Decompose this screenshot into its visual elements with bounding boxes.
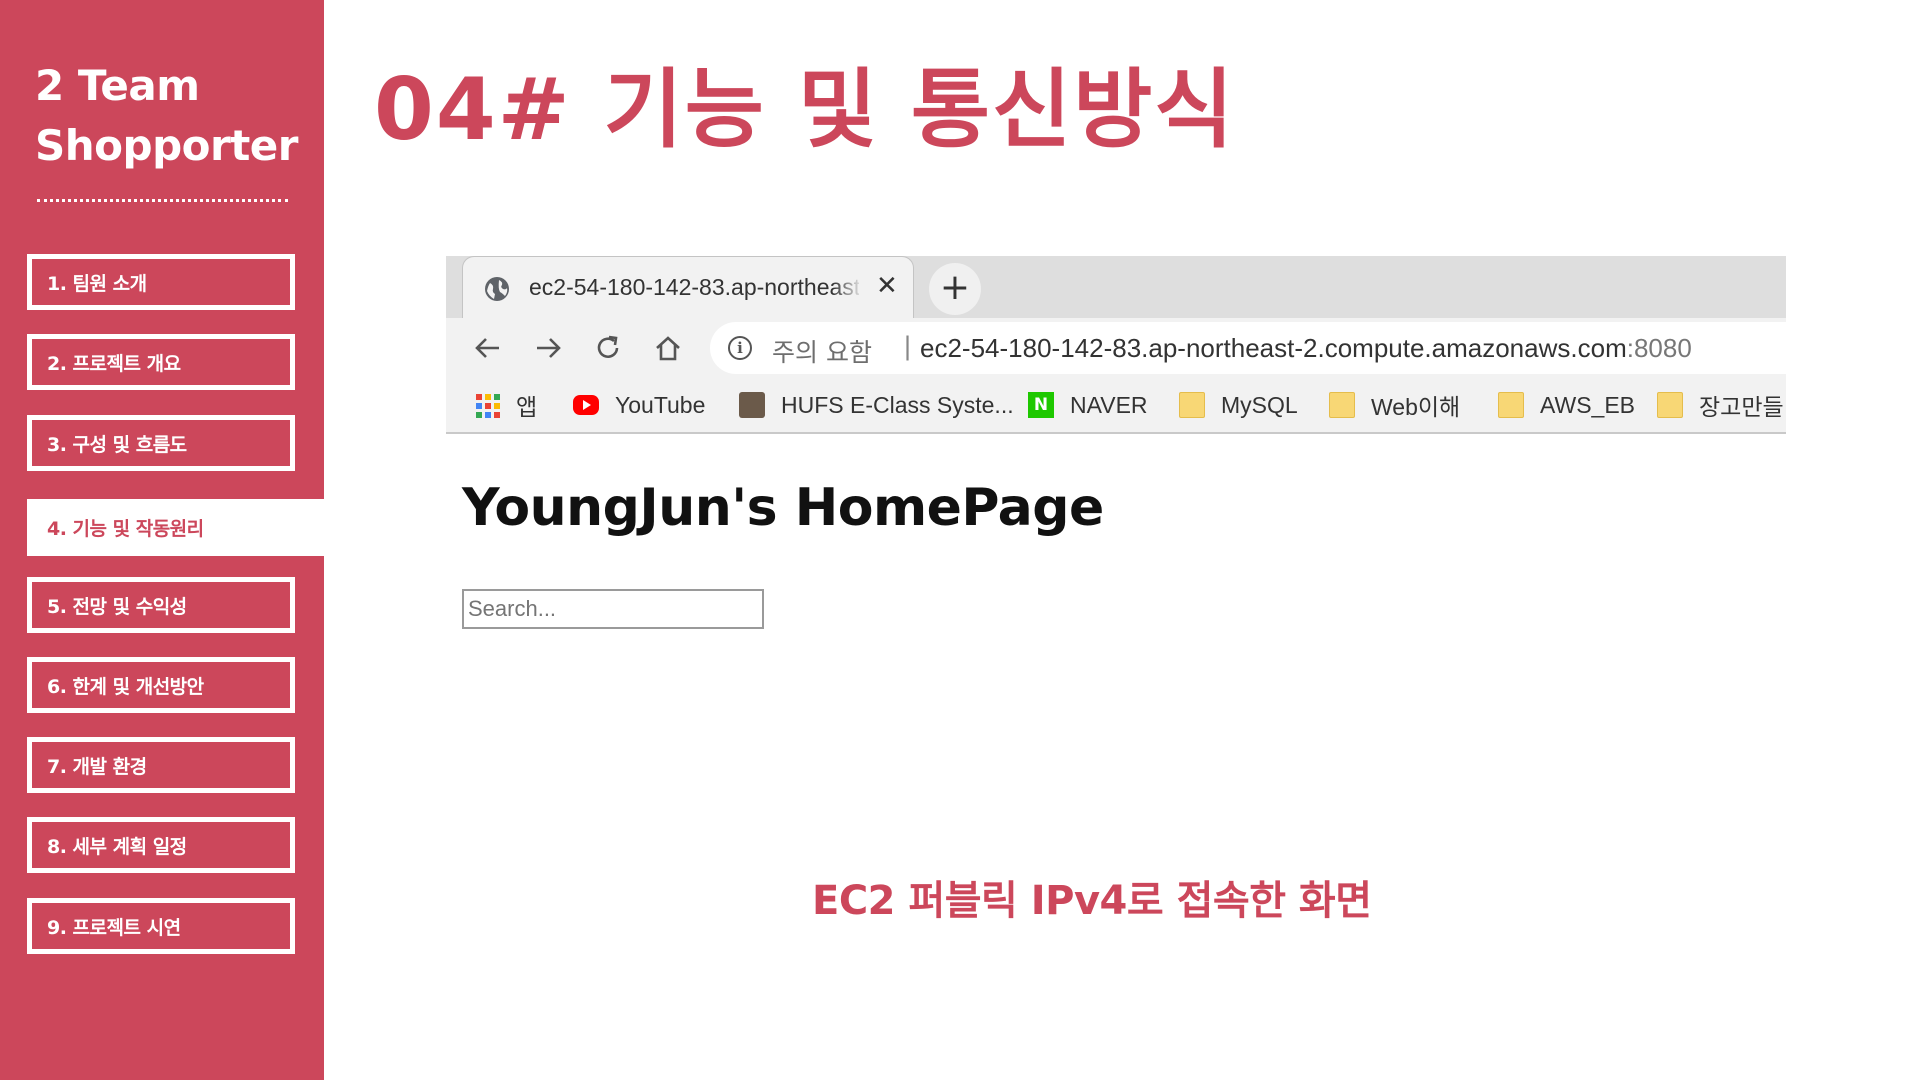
folder-icon xyxy=(1657,392,1683,418)
close-icon[interactable]: ✕ xyxy=(876,271,898,301)
apps-grid-icon xyxy=(474,392,500,418)
sidebar-item-label: 4. 기능 및 작동원리 xyxy=(47,518,204,540)
bookmark-apps[interactable]: 앱 xyxy=(474,390,537,420)
naver-icon: N xyxy=(1028,392,1054,418)
bookmark-label: 앱 xyxy=(516,394,538,420)
sidebar-item-features-active[interactable]: 4. 기능 및 작동원리 xyxy=(27,499,324,556)
url-host: ec2-54-180-142-83.ap-northeast-2.compute… xyxy=(920,333,1627,363)
team-name: 2 Team Shopporter xyxy=(35,56,298,176)
sidebar-item-project-overview[interactable]: 2. 프로젝트 개요 xyxy=(27,334,295,390)
youtube-icon xyxy=(573,395,599,415)
bookmark-label: AWS_EB xyxy=(1540,391,1636,418)
sidebar-item-schedule[interactable]: 8. 세부 계획 일정 xyxy=(27,817,295,873)
sidebar-item-label: 3. 구성 및 흐름도 xyxy=(47,433,187,456)
dotted-divider xyxy=(37,199,288,202)
bookmark-label: HUFS E-Class Syste... xyxy=(781,391,1014,418)
folder-icon xyxy=(1329,392,1355,418)
url-separator: | xyxy=(904,331,912,361)
sidebar-item-label: 8. 세부 계획 일정 xyxy=(47,835,187,858)
bookmark-label: YouTube xyxy=(615,391,706,418)
info-icon[interactable]: i xyxy=(728,336,752,360)
bookmark-youtube[interactable]: YouTube xyxy=(573,390,705,420)
search-input[interactable] xyxy=(462,589,764,629)
bookmark-label: MySQL xyxy=(1221,391,1298,418)
sidebar-item-label: 7. 개발 환경 xyxy=(47,755,147,778)
bookmark-aws-eb[interactable]: AWS_EB xyxy=(1498,390,1635,420)
bookmark-django[interactable]: 장고만들 xyxy=(1657,390,1784,420)
new-tab-button[interactable]: + xyxy=(929,263,981,315)
sidebar-item-label: 9. 프로젝트 시연 xyxy=(47,916,181,939)
bookmark-label: Web이해 xyxy=(1371,394,1461,420)
bookmark-web[interactable]: Web이해 xyxy=(1329,390,1460,420)
home-icon[interactable] xyxy=(648,328,688,368)
sidebar-item-team-intro[interactable]: 1. 팀원 소개 xyxy=(27,254,295,310)
globe-icon xyxy=(485,277,509,301)
sidebar-item-label: 6. 한계 및 개선방안 xyxy=(47,675,204,698)
folder-icon xyxy=(1179,392,1205,418)
bookmark-hufs[interactable]: HUFS E-Class Syste... xyxy=(739,390,1014,420)
bookmarks-bar: 앱 YouTube HUFS E-Class Syste... N NAVER … xyxy=(446,378,1786,434)
team-name-line2: Shopporter xyxy=(35,121,298,170)
page-heading: YoungJun's HomePage xyxy=(462,478,1104,538)
security-label: 주의 요함 xyxy=(772,338,872,367)
address-bar[interactable]: i 주의 요함 | ec2-54-180-142-83.ap-northeast… xyxy=(710,322,1786,374)
tab-title-fade xyxy=(833,267,863,307)
browser-tab[interactable]: ec2-54-180-142-83.ap-northeast-2.compute… xyxy=(462,256,914,320)
bookmark-naver[interactable]: N NAVER xyxy=(1028,390,1148,420)
sidebar-item-dev-environment[interactable]: 7. 개발 환경 xyxy=(27,737,295,793)
sidebar: 2 Team Shopporter 1. 팀원 소개 2. 프로젝트 개요 3.… xyxy=(0,0,324,1080)
sidebar-item-label: 2. 프로젝트 개요 xyxy=(47,352,181,375)
reload-icon[interactable] xyxy=(588,328,628,368)
sidebar-item-label: 5. 전망 및 수익성 xyxy=(47,595,187,618)
bookmark-label: 장고만들 xyxy=(1699,394,1784,420)
bookmark-mysql[interactable]: MySQL xyxy=(1179,390,1298,420)
bookmark-label: NAVER xyxy=(1070,391,1148,418)
tab-title: ec2-54-180-142-83.ap-northeast-2.compute… xyxy=(529,274,859,300)
browser-toolbar: i 주의 요함 | ec2-54-180-142-83.ap-northeast… xyxy=(446,318,1786,378)
sidebar-item-label: 1. 팀원 소개 xyxy=(47,272,147,295)
back-icon[interactable] xyxy=(468,328,508,368)
sidebar-item-limits-improvements[interactable]: 6. 한계 및 개선방안 xyxy=(27,657,295,713)
slide-caption: EC2 퍼블릭 IPv4로 접속한 화면 xyxy=(812,878,1372,924)
folder-icon xyxy=(1498,392,1524,418)
team-name-line1: 2 Team xyxy=(35,61,200,110)
slide-title: 04# 기능 및 통신방식 xyxy=(374,60,1236,160)
tab-strip: ec2-54-180-142-83.ap-northeast-2.compute… xyxy=(446,256,1786,320)
forward-icon[interactable] xyxy=(528,328,568,368)
browser-window: ec2-54-180-142-83.ap-northeast-2.compute… xyxy=(446,256,1786,650)
hufs-icon xyxy=(739,392,765,418)
sidebar-item-outlook-profit[interactable]: 5. 전망 및 수익성 xyxy=(27,577,295,633)
sidebar-item-structure-flow[interactable]: 3. 구성 및 흐름도 xyxy=(27,415,295,471)
sidebar-item-demo[interactable]: 9. 프로젝트 시연 xyxy=(27,898,295,954)
url-port: :8080 xyxy=(1626,333,1692,363)
url-text: ec2-54-180-142-83.ap-northeast-2.compute… xyxy=(920,333,1692,364)
